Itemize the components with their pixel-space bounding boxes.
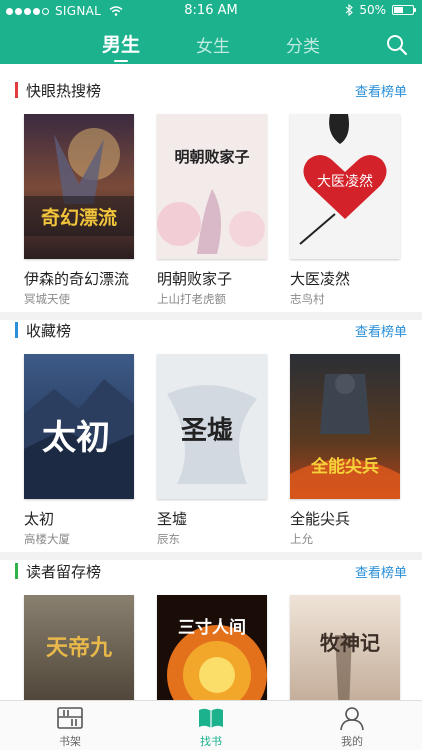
cover-title: 全能尖兵 bbox=[310, 456, 379, 477]
battery-fill bbox=[394, 7, 403, 13]
bookshelf-icon bbox=[57, 707, 83, 729]
section-title: 读者留存榜 bbox=[26, 563, 102, 581]
cover-title: 明朝败家子 bbox=[174, 148, 249, 166]
section-divider bbox=[0, 552, 422, 560]
section-accent-bar bbox=[15, 322, 18, 338]
status-bar: SIGNAL 8:16 AM 50% bbox=[0, 0, 422, 22]
book-title: 圣墟 bbox=[157, 510, 188, 528]
nav-label: 我的 bbox=[341, 735, 363, 748]
view-ranking-link[interactable]: 查看榜单 bbox=[355, 81, 407, 100]
book-cover[interactable]: 大医凌然 bbox=[290, 114, 400, 259]
book-cover[interactable]: 明朝败家子 bbox=[157, 114, 267, 259]
view-ranking-link[interactable]: 查看榜单 bbox=[355, 562, 407, 581]
tab-male[interactable]: 男生 bbox=[102, 30, 140, 57]
section-header: 收藏榜 查看榜单 bbox=[0, 320, 422, 340]
nav-bookshelf[interactable]: 书架 bbox=[30, 705, 110, 749]
book-card[interactable]: 全能尖兵 全能尖兵 上允 bbox=[290, 354, 400, 547]
person-icon bbox=[340, 707, 364, 731]
section-accent-bar bbox=[15, 82, 18, 98]
nav-label: 找书 bbox=[200, 735, 222, 748]
book-author: 冥城天使 bbox=[24, 292, 70, 306]
book-cover[interactable]: 圣墟 bbox=[157, 354, 267, 499]
cover-title: 牧神记 bbox=[320, 631, 380, 655]
book-title: 全能尖兵 bbox=[290, 510, 351, 528]
section-title: 收藏榜 bbox=[26, 322, 72, 340]
book-author: 上山打老虎额 bbox=[157, 292, 226, 306]
book-card[interactable]: 明朝败家子 明朝败家子 上山打老虎额 bbox=[157, 114, 267, 307]
battery-percent: 50% bbox=[359, 3, 386, 17]
book-card[interactable]: 圣墟 圣墟 辰东 bbox=[157, 354, 267, 547]
cover-title: 太初 bbox=[42, 418, 110, 458]
book-title: 太初 bbox=[24, 510, 55, 528]
bottom-nav: 书架 找书 我的 bbox=[0, 700, 422, 750]
cover-title: 奇幻漂流 bbox=[41, 206, 117, 229]
nav-label: 书架 bbox=[59, 735, 81, 748]
cover-title: 天帝九 bbox=[46, 635, 112, 661]
nav-profile[interactable]: 我的 bbox=[312, 705, 392, 749]
cover-title: 三寸人间 bbox=[178, 617, 246, 638]
tab-category[interactable]: 分类 bbox=[286, 32, 320, 57]
bluetooth-icon bbox=[345, 4, 354, 16]
app-header: SIGNAL 8:16 AM 50% 男生 女生 分类 bbox=[0, 0, 422, 64]
book-title: 明朝败家子 bbox=[157, 270, 233, 288]
battery-icon bbox=[392, 5, 416, 15]
book-title: 大医凌然 bbox=[290, 270, 351, 288]
book-cover[interactable]: 奇幻漂流 bbox=[24, 114, 134, 259]
open-book-icon bbox=[199, 708, 223, 728]
view-ranking-link[interactable]: 查看榜单 bbox=[355, 321, 407, 340]
cover-title: 圣墟 bbox=[181, 416, 233, 446]
section-divider bbox=[0, 312, 422, 320]
book-author: 上允 bbox=[290, 532, 313, 546]
book-author: 辰东 bbox=[157, 532, 180, 546]
book-title: 伊森的奇幻漂流 bbox=[24, 270, 130, 288]
section-accent-bar bbox=[15, 563, 18, 579]
section-title: 快眼热搜榜 bbox=[26, 82, 102, 100]
tab-female[interactable]: 女生 bbox=[196, 32, 230, 57]
nav-find-books[interactable]: 找书 bbox=[171, 705, 251, 749]
book-card[interactable]: 太初 太初 高楼大厦 bbox=[24, 354, 134, 547]
top-tabs: 男生 女生 分类 bbox=[0, 28, 422, 64]
book-author: 志鸟村 bbox=[290, 292, 325, 306]
book-card[interactable]: 大医凌然 大医凌然 志鸟村 bbox=[290, 114, 400, 307]
cover-title: 大医凌然 bbox=[317, 173, 373, 190]
active-tab-indicator bbox=[114, 60, 128, 62]
status-right: 50% bbox=[345, 3, 416, 17]
section-header: 读者留存榜 查看榜单 bbox=[0, 561, 422, 581]
book-card[interactable]: 奇幻漂流 伊森的奇幻漂流 冥城天使 bbox=[24, 114, 134, 307]
book-cover[interactable]: 全能尖兵 bbox=[290, 354, 400, 499]
section-header: 快眼热搜榜 查看榜单 bbox=[0, 80, 422, 100]
book-author: 高楼大厦 bbox=[24, 532, 70, 546]
search-icon[interactable] bbox=[386, 34, 408, 56]
book-cover[interactable]: 太初 bbox=[24, 354, 134, 499]
